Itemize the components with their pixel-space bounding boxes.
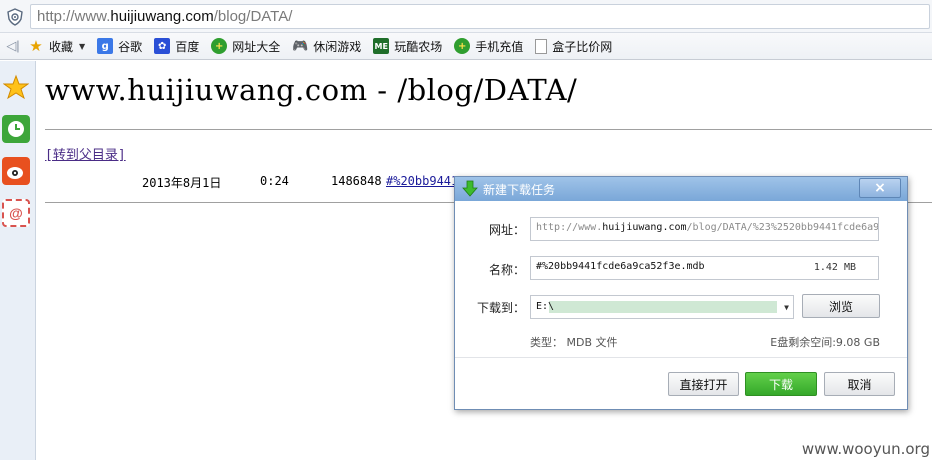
- dialog-title-bar[interactable]: 新建下载任务 ×: [455, 177, 907, 201]
- file-size: 1486848: [331, 174, 382, 188]
- favorites-label: 手机充值: [475, 39, 524, 54]
- parent-directory-link[interactable]: [转到父目录]: [45, 144, 126, 163]
- favorites-label: 谷歌: [118, 39, 143, 54]
- chevron-down-icon: ▼: [79, 41, 86, 51]
- favorites-label: 收藏: [49, 39, 74, 54]
- file-time: 0:24: [260, 174, 289, 188]
- favorites-label: 百度: [175, 39, 200, 54]
- file-size-value: 1.42 MB: [813, 262, 856, 273]
- green-plus-icon: +: [211, 38, 228, 54]
- favorites-item-hezi[interactable]: 盒子比价网: [531, 35, 616, 57]
- download-arrow-icon: [462, 180, 478, 197]
- address-bar: http://www.huijiuwang.com/blog/DATA/: [0, 0, 932, 33]
- star-icon: ★: [29, 37, 43, 55]
- destination-value: E:\: [536, 301, 555, 312]
- url-path: /blog/DATA/: [213, 8, 293, 25]
- file-date: 2013年8月1日: [142, 176, 222, 190]
- green-plus-icon: +: [454, 38, 471, 54]
- filename-value: #%20bb9441fcde6a9ca52f3e.mdb: [536, 261, 705, 272]
- file-type-text: 类型： MDB 文件: [530, 336, 618, 349]
- favorites-label: 休闲游戏: [313, 39, 362, 54]
- browser-window: http://www.huijiuwang.com/blog/DATA/ ◁| …: [0, 0, 932, 460]
- weibo-icon[interactable]: [2, 157, 30, 185]
- sidebar-favorites-star-icon[interactable]: [2, 73, 30, 101]
- favorites-item-games[interactable]: 🎮 休闲游戏: [288, 35, 365, 57]
- dialog-title: 新建下载任务: [483, 182, 556, 197]
- favorites-label: 盒子比价网: [552, 39, 613, 54]
- url-domain: huijiuwang.com: [110, 8, 214, 25]
- favorites-item-recharge[interactable]: + 手机充值: [450, 35, 527, 57]
- favorites-label: 玩酷农场: [394, 39, 443, 54]
- destination-label: 下载到：: [476, 301, 525, 315]
- url-field[interactable]: http://www.huijiuwang.com/blog/DATA/%23%…: [530, 217, 879, 241]
- new-download-dialog: 新建下载任务 × 网址： http://www.huijiuwang.com/b…: [454, 176, 908, 410]
- google-icon: g: [97, 38, 114, 54]
- favorites-label: 网址大全: [232, 39, 281, 54]
- free-space-text: E盘剩余空间:9.08 GB: [770, 336, 880, 349]
- page-title: www.huijiuwang.com - /blog/DATA/: [45, 73, 578, 107]
- url-field-domain: huijiuwang.com: [602, 222, 687, 233]
- url-field-rest: /blog/DATA/%23%2520bb9441fcde6a9: [686, 222, 879, 233]
- open-directly-button[interactable]: 直接打开: [668, 372, 739, 396]
- gamepad-icon: 🎮: [292, 38, 309, 54]
- url-prefix: http://www.: [37, 8, 111, 25]
- document-icon: [535, 38, 548, 54]
- watermark: www.wooyun.org: [801, 440, 930, 458]
- name-label: 名称：: [488, 263, 525, 277]
- shield-icon[interactable]: [6, 8, 24, 26]
- chevron-down-icon[interactable]: ▼: [784, 303, 789, 312]
- url-label: 网址：: [488, 223, 525, 237]
- sidebar: @: [0, 61, 36, 460]
- file-link[interactable]: #%20bb9441: [386, 174, 458, 188]
- favorites-bar: ◁| ★ 收藏 ▼ g 谷歌 ✿ 百度 + 网址大全 🎮 休闲游戏 ME 玩酷农…: [0, 33, 932, 60]
- favorites-item-farm[interactable]: ME 玩酷农场: [369, 35, 446, 57]
- clock-icon[interactable]: [2, 115, 30, 143]
- favorites-item-google[interactable]: g 谷歌: [93, 35, 146, 57]
- url-field-prefix: http://www.: [536, 222, 603, 233]
- cancel-button[interactable]: 取消: [824, 372, 895, 396]
- favorites-item-wangzhi[interactable]: + 网址大全: [207, 35, 284, 57]
- close-button[interactable]: ×: [859, 178, 901, 198]
- favorites-item-baidu[interactable]: ✿ 百度: [150, 35, 203, 57]
- url-input[interactable]: http://www.huijiuwang.com/blog/DATA/: [30, 4, 930, 29]
- collapse-arrow-icon[interactable]: ◁|: [2, 36, 24, 56]
- download-button[interactable]: 下载: [745, 372, 817, 396]
- filename-field[interactable]: #%20bb9441fcde6a9ca52f3e.mdb 1.42 MB: [530, 256, 879, 280]
- destination-select[interactable]: E:\ ▼: [530, 295, 794, 319]
- divider: [45, 129, 932, 130]
- favorites-item-收藏[interactable]: ★ 收藏 ▼: [24, 35, 89, 57]
- dialog-divider: [455, 357, 907, 358]
- me-icon: ME: [373, 38, 390, 54]
- mail-stamp-icon[interactable]: @: [2, 199, 30, 227]
- baidu-paw-icon: ✿: [154, 38, 171, 54]
- browse-button[interactable]: 浏览: [802, 294, 880, 318]
- destination-fill: [549, 301, 777, 313]
